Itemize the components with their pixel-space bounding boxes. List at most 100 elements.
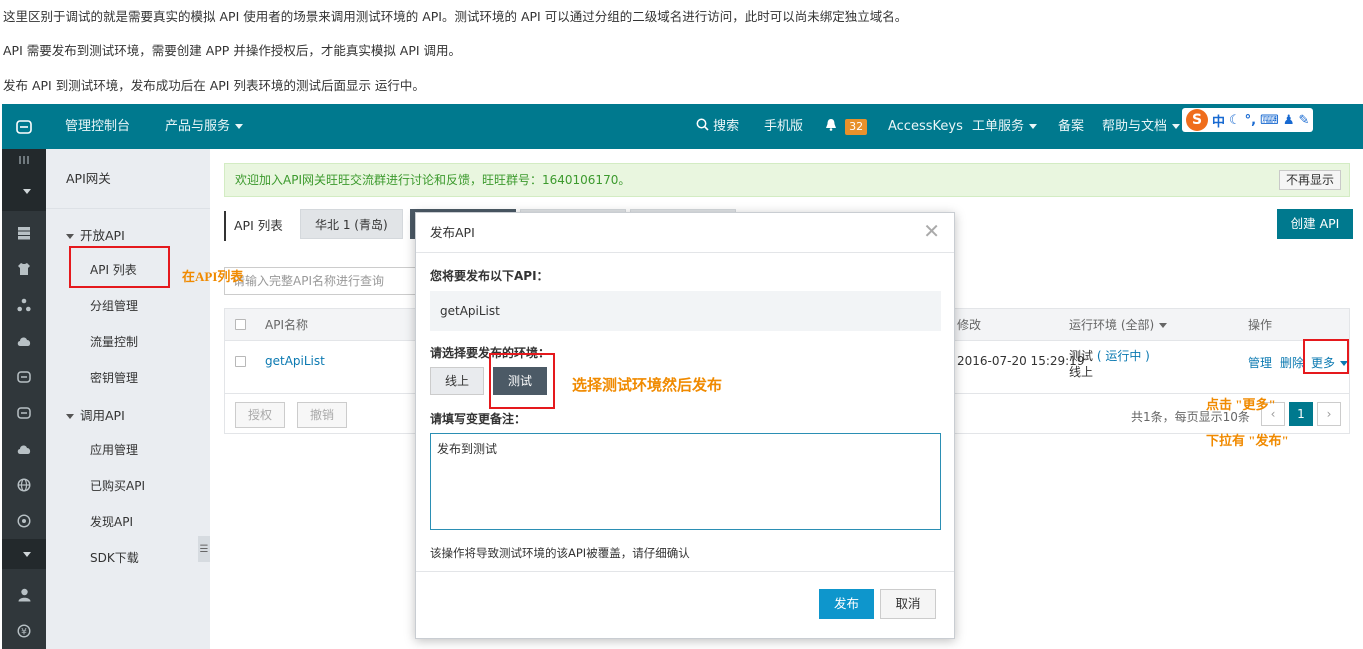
caret-down-icon: [66, 234, 74, 239]
doc-paragraph-3: 发布 API 到测试环境，发布成功后在 API 列表环境的测试后面显示 运行中。: [3, 78, 425, 93]
col-env-label: 运行环境 (全部): [1069, 318, 1155, 332]
doc-paragraph-1: 这里区别于调试的就是需要真实的模拟 API 使用者的场景来调用测试环境的 API…: [3, 9, 908, 24]
create-api-button[interactable]: 创建 API: [1277, 209, 1353, 239]
cloud-icon[interactable]: [2, 431, 46, 467]
col-env-filter[interactable]: 运行环境 (全部): [1069, 309, 1168, 341]
console-icon[interactable]: [2, 395, 46, 431]
rail-collapse-caret-icon[interactable]: [2, 171, 46, 211]
dialog-title: 发布API: [430, 225, 475, 240]
globe-icon[interactable]: [2, 467, 46, 503]
notifications-button[interactable]: 32: [825, 104, 868, 149]
sidebar-item-app-manage[interactable]: 应用管理: [90, 441, 138, 458]
page-title: API 列表: [224, 211, 283, 241]
tools-icon: ✎: [1298, 112, 1310, 128]
tickets-label: 工单服务: [972, 119, 1025, 134]
change-note-textarea[interactable]: 发布到测试: [430, 433, 941, 530]
notice-text: 欢迎加入API网关旺旺交流群进行讨论和反馈，旺旺群号：1640106170。: [235, 173, 631, 187]
tickets-menu[interactable]: 工单服务: [972, 104, 1038, 149]
mobile-link[interactable]: 手机版: [764, 104, 803, 149]
row-checkbox[interactable]: [235, 356, 246, 367]
skin-icon: ♟: [1282, 112, 1295, 128]
sidebar-item-key-manage[interactable]: 密钥管理: [90, 369, 138, 386]
search-link[interactable]: 搜索: [696, 104, 739, 149]
sidebar-group-open-api[interactable]: 开放API: [66, 225, 125, 244]
doc-paragraph-2: API 需要发布到测试环境，需要创建 APP 并操作授权后，才能真实模拟 API…: [3, 43, 462, 58]
highlight-api-list: [69, 246, 170, 288]
highlight-test-env: [489, 353, 555, 409]
cloud-upload-icon[interactable]: [2, 323, 46, 359]
col-api-name[interactable]: API名称: [265, 309, 308, 341]
moon-icon: ☾: [1229, 112, 1241, 128]
products-menu[interactable]: 产品与服务: [165, 104, 244, 149]
env-online-button[interactable]: 线上: [430, 367, 485, 395]
manage-link[interactable]: 管理: [1248, 354, 1272, 371]
sidebar-title: API网关: [46, 149, 210, 209]
select-all-checkbox[interactable]: [235, 319, 246, 330]
billing-icon[interactable]: ¥: [2, 613, 46, 649]
sidebar-item-traffic-control[interactable]: 流量控制: [90, 333, 138, 350]
api-label: 您将要发布以下API：: [430, 269, 549, 283]
page-number-button[interactable]: 1: [1289, 402, 1313, 426]
authorize-button[interactable]: 授权: [235, 402, 286, 428]
keyboard-icon: ⌨: [1260, 112, 1279, 128]
overwrite-warning: 该操作将导致测试环境的该API被覆盖，请仔细确认: [430, 546, 690, 560]
server-icon[interactable]: [2, 215, 46, 251]
record-link[interactable]: 备案: [1058, 104, 1084, 149]
sidebar-item-purchased-api[interactable]: 已购买API: [90, 477, 145, 494]
dialog-header: 发布API ✕: [416, 213, 954, 253]
product-sidebar: API网关 开放API API 列表 分组管理 流量控制 密钥管理 调用API …: [46, 149, 210, 649]
modified-time: 2016-07-20 15:29:19: [957, 354, 1085, 368]
notification-count-badge: 32: [845, 119, 868, 135]
search-icon: [696, 118, 709, 134]
accesskeys-link[interactable]: AccessKeys: [888, 104, 963, 149]
sidebar-group-call-api[interactable]: 调用API: [66, 405, 125, 424]
ime-mode-label: 中: [1212, 114, 1226, 130]
sidebar-item-sdk-download[interactable]: SDK下载: [90, 549, 139, 566]
console-home-link[interactable]: 管理控制台: [65, 104, 130, 149]
console-logo-icon[interactable]: [2, 104, 46, 149]
note-label: 请填写变更备注：: [430, 412, 527, 426]
icon-rail: ¥: [2, 149, 46, 649]
sidebar-group-label: 调用API: [80, 408, 125, 423]
help-label: 帮助与文档: [1102, 119, 1168, 134]
api-name-link[interactable]: getApiList: [265, 354, 325, 368]
cancel-button[interactable]: 取消: [880, 589, 936, 619]
caret-down-icon: [66, 414, 74, 419]
annotation-api-list: 在API列表: [182, 269, 244, 284]
dns-icon[interactable]: [2, 503, 46, 539]
api-name-value: getApiList: [430, 291, 941, 331]
annotation-click-more: 点击 "更多": [1206, 397, 1276, 412]
delete-link[interactable]: 删除: [1280, 354, 1304, 371]
svg-text:¥: ¥: [21, 628, 27, 638]
chevron-down-icon: [1029, 124, 1038, 129]
network-icon[interactable]: [2, 287, 46, 323]
sidebar-item-group-manage[interactable]: 分组管理: [90, 297, 138, 314]
close-icon[interactable]: ✕: [923, 221, 940, 241]
next-page-button[interactable]: ›: [1317, 402, 1341, 426]
sogou-logo-icon: S: [1186, 109, 1208, 131]
ime-toolbar[interactable]: S 中 ☾ °, ⌨ ♟ ✎: [1182, 108, 1314, 132]
env-test: 测试 ( 运行中 ): [1069, 347, 1150, 364]
shirt-icon[interactable]: [2, 251, 46, 287]
api-gateway-icon[interactable]: [2, 359, 46, 395]
notice-dismiss-button[interactable]: 不再显示: [1278, 170, 1341, 190]
bell-icon: [825, 119, 837, 134]
user-icon[interactable]: [2, 577, 46, 613]
dialog-divider: [416, 571, 954, 572]
sidebar-collapse-handle[interactable]: ☰: [198, 536, 210, 562]
col-operations: 操作: [1248, 318, 1273, 332]
publish-button[interactable]: 发布: [819, 589, 874, 619]
products-label: 产品与服务: [165, 119, 231, 134]
rail-expand-caret-icon[interactable]: [2, 539, 46, 569]
api-search-input[interactable]: 请输入完整API名称进行查询: [224, 267, 420, 295]
top-navbar: 管理控制台 产品与服务 搜索 手机版 32 AccessKeys 工单服务 备案…: [2, 104, 1363, 149]
region-tab-qingdao[interactable]: 华北 1 (青岛): [300, 209, 403, 239]
rail-toggle-icon[interactable]: [2, 149, 46, 171]
publish-api-dialog: 发布API ✕ 您将要发布以下API： getApiList 请选择要发布的环境…: [415, 212, 955, 639]
annotation-choose-test-env: 选择测试环境然后发布: [572, 378, 723, 394]
highlight-more-dropdown: [1303, 339, 1349, 374]
unpublish-button[interactable]: 撤销: [297, 402, 348, 428]
col-modified[interactable]: 修改: [957, 309, 981, 341]
help-menu[interactable]: 帮助与文档: [1102, 104, 1181, 149]
sidebar-item-discover-api[interactable]: 发现API: [90, 513, 133, 530]
